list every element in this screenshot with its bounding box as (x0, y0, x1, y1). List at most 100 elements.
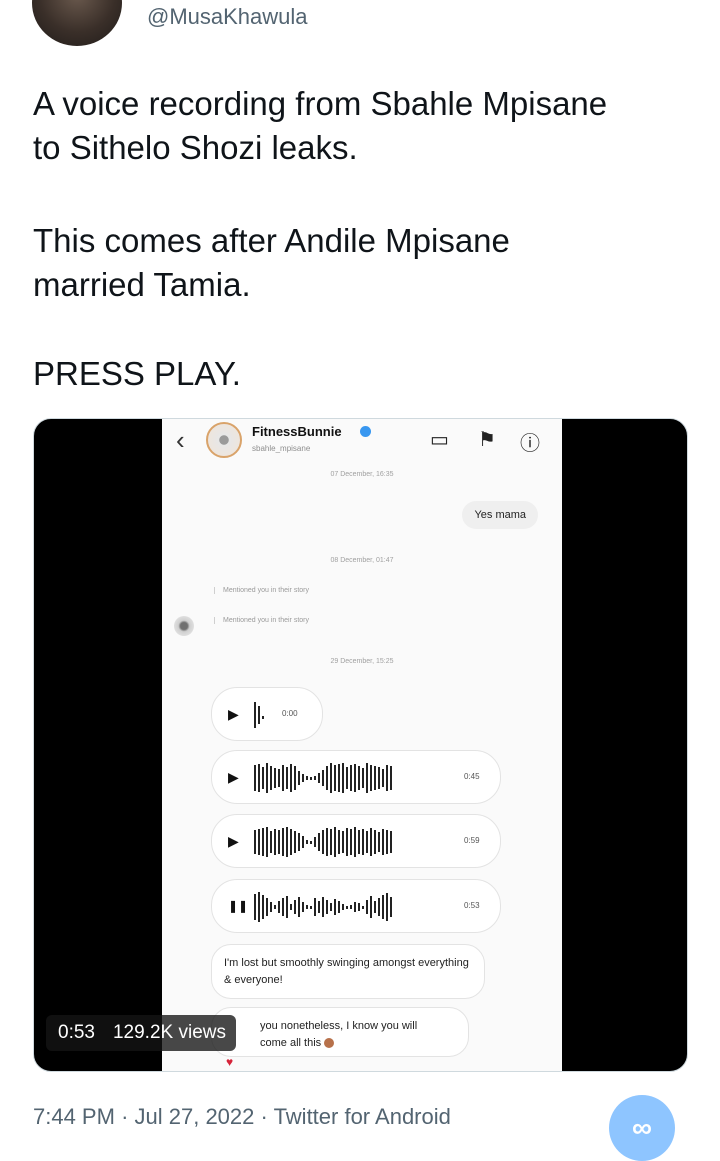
waveform-bar (318, 773, 320, 783)
waveform-bar (306, 905, 308, 909)
waveform-bar (390, 766, 392, 790)
tweet-date[interactable]: Jul 27, 2022 (135, 1104, 255, 1129)
waveform-bar (386, 830, 388, 854)
waveform-bar (314, 837, 316, 847)
waveform-bar (318, 833, 320, 851)
message-text: you nonetheless, I know you will (260, 1020, 418, 1032)
waveform-bar (314, 898, 316, 916)
back-icon: ‹ (176, 425, 185, 455)
waveform-bar (374, 901, 376, 913)
message-bubble-received: you nonetheless, I know you will come al… (211, 1007, 469, 1057)
waveform-bar (322, 897, 324, 917)
waveform-bar (354, 902, 356, 912)
waveform-bar (330, 763, 332, 793)
waveform-bar (390, 831, 392, 853)
pause-icon: ❚❚ (228, 899, 249, 913)
waveform-bar (378, 767, 380, 789)
waveform-bar (382, 829, 384, 855)
waveform-bar (294, 831, 296, 853)
waveform-bar (370, 896, 372, 918)
waveform-bar (298, 897, 300, 917)
date-separator: 08 December, 01:47 (330, 557, 394, 564)
waveform-bar (382, 895, 384, 919)
waveform-bar (362, 768, 364, 788)
tweet-text-line-1: A voice recording from Sbahle Mpisane (33, 85, 608, 122)
play-icon: ▶ (228, 833, 239, 849)
tweet-time[interactable]: 7:44 PM (33, 1104, 115, 1129)
waveform-bar (286, 767, 288, 789)
tweet-text-line-5: PRESS PLAY. (33, 355, 241, 392)
waveform-bar (266, 827, 268, 857)
waveform-bar (258, 829, 260, 855)
waveform-bar (330, 829, 332, 855)
contact-avatar-small (174, 616, 194, 636)
voice-note: ❚❚ 0:53 (211, 879, 501, 933)
tweet-source[interactable]: Twitter for Android (274, 1104, 451, 1129)
meta-separator: · (260, 1104, 274, 1129)
waveform-bar (270, 766, 272, 790)
waveform-bar (278, 901, 280, 913)
story-mention: Mentioned you in their story (214, 587, 309, 594)
video-player[interactable]: ‹ FitnessBunnie sbahle_mpisane ▭ ⚑ ⓘ 07 … (33, 418, 688, 1072)
waveform-bar (366, 831, 368, 853)
waveform-bar (362, 905, 364, 909)
waveform-bar (294, 900, 296, 914)
waveform-bar (310, 776, 312, 780)
waveform-bar (262, 895, 264, 919)
waveform-bar (386, 765, 388, 791)
author-handle[interactable]: @MusaKhawula (147, 4, 308, 30)
voice-note: ▶ 0:59 (211, 814, 501, 868)
waveform-bar (298, 833, 300, 851)
waveform-bar (374, 766, 376, 790)
waveform-bar (334, 899, 336, 915)
waveform-bar (342, 831, 344, 853)
waveform-bar (290, 829, 292, 855)
waveform-bar (270, 902, 272, 912)
waveform-bar (354, 764, 356, 792)
waveform-bar (370, 765, 372, 791)
waveform (254, 763, 392, 793)
waveform-bar (338, 830, 340, 854)
waveform-bar (258, 892, 260, 922)
tweet-text-line-2: to Sithelo Shozi leaks. (33, 129, 358, 166)
tweet-text-line-4: married Tamia. (33, 266, 251, 303)
author-avatar[interactable] (32, 0, 122, 46)
message-bubble-sent: Yes mama (462, 501, 538, 529)
voice-note: ▶ 0:00 (211, 687, 323, 741)
spaces-button[interactable]: ∞ (609, 1095, 675, 1161)
waveform-bar (382, 769, 384, 787)
dm-header: ‹ FitnessBunnie sbahle_mpisane ▭ ⚑ ⓘ (162, 419, 562, 465)
flag-icon: ⚑ (478, 429, 496, 451)
waveform-bar (326, 828, 328, 856)
contact-avatar (206, 422, 242, 458)
waveform-bar (358, 766, 360, 790)
play-icon: ▶ (228, 769, 239, 785)
waveform-bar (346, 767, 348, 789)
waveform-bar (294, 766, 296, 790)
voice-note: ▶ 0:45 (211, 750, 501, 804)
waveform-bar (254, 830, 256, 854)
waveform-bar (326, 766, 328, 790)
waveform-bar (278, 830, 280, 854)
video-overlay: 0:53 129.2K views (46, 1015, 236, 1051)
waveform-bar (310, 840, 312, 844)
story-mention: Mentioned you in their story (214, 617, 309, 624)
waveform-bar (378, 832, 380, 852)
waveform-bar (262, 767, 264, 789)
waveform-bar (350, 765, 352, 791)
waveform-bar (342, 763, 344, 793)
waveform-bar (322, 830, 324, 854)
waveform-bar (346, 828, 348, 856)
heart-reaction-icon: ♥ (226, 1055, 234, 1069)
meta-separator: · (121, 1104, 135, 1129)
waveform-bar (354, 827, 356, 857)
waveform-bar (262, 828, 264, 856)
waveform-bar (298, 771, 300, 785)
voice-note-duration: 0:59 (464, 836, 480, 845)
waveform-bar (334, 765, 336, 791)
tweet-meta: 7:44 PM · Jul 27, 2022 · Twitter for And… (33, 1104, 451, 1130)
waveform-bar (390, 897, 392, 917)
waveform-bar (358, 830, 360, 854)
waveform-bar (274, 768, 276, 788)
waveform-bar (374, 830, 376, 854)
